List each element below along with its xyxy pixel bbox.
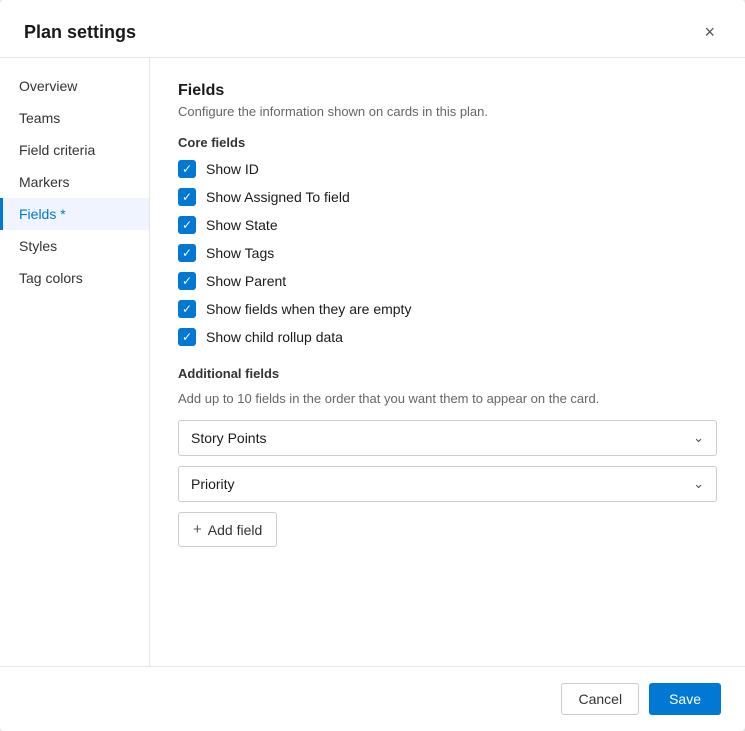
add-field-label: Add field (208, 522, 262, 538)
save-button[interactable]: Save (649, 683, 721, 715)
sidebar-item-styles[interactable]: Styles (0, 230, 149, 262)
checkbox-label-show-id: Show ID (206, 161, 259, 177)
checkbox-show-empty[interactable]: ✓ Show fields when they are empty (178, 300, 717, 318)
check-icon-show-id: ✓ (182, 163, 192, 175)
sidebar-item-overview[interactable]: Overview (0, 70, 149, 102)
dialog-header: Plan settings × (0, 0, 745, 58)
check-icon-show-parent: ✓ (182, 275, 192, 287)
dialog-title: Plan settings (24, 22, 136, 43)
priority-dropdown[interactable]: Priority ⌄ (178, 466, 717, 502)
checkbox-show-assigned-to[interactable]: ✓ Show Assigned To field (178, 188, 717, 206)
checkbox-box-show-parent[interactable]: ✓ (178, 272, 196, 290)
checkbox-label-show-assigned-to: Show Assigned To field (206, 189, 350, 205)
chevron-down-icon-priority: ⌄ (693, 476, 704, 492)
priority-value: Priority (191, 476, 235, 492)
dialog-footer: Cancel Save (0, 666, 745, 731)
close-button[interactable]: × (698, 20, 721, 45)
sidebar-item-markers[interactable]: Markers (0, 166, 149, 198)
checkbox-show-tags[interactable]: ✓ Show Tags (178, 244, 717, 262)
checkbox-show-rollup[interactable]: ✓ Show child rollup data (178, 328, 717, 346)
additional-fields-section: Additional fields Add up to 10 fields in… (178, 366, 717, 547)
add-field-button[interactable]: + Add field (178, 512, 277, 547)
section-desc: Configure the information shown on cards… (178, 104, 717, 119)
checkbox-label-show-rollup: Show child rollup data (206, 329, 343, 345)
cancel-button[interactable]: Cancel (561, 683, 639, 715)
plan-settings-dialog: Plan settings × Overview Teams Field cri… (0, 0, 745, 731)
content-area: Fields Configure the information shown o… (150, 58, 745, 666)
checkbox-box-show-tags[interactable]: ✓ (178, 244, 196, 262)
chevron-down-icon-story-points: ⌄ (693, 430, 704, 446)
checkbox-box-show-rollup[interactable]: ✓ (178, 328, 196, 346)
plus-icon: + (193, 521, 202, 538)
additional-fields-desc: Add up to 10 fields in the order that yo… (178, 391, 717, 406)
sidebar: Overview Teams Field criteria Markers Fi… (0, 58, 150, 666)
checkbox-box-show-state[interactable]: ✓ (178, 216, 196, 234)
core-fields-label: Core fields (178, 135, 717, 150)
check-icon-show-rollup: ✓ (182, 331, 192, 343)
sidebar-item-field-criteria[interactable]: Field criteria (0, 134, 149, 166)
checkbox-show-id[interactable]: ✓ Show ID (178, 160, 717, 178)
section-title: Fields (178, 82, 717, 100)
checkbox-box-show-assigned-to[interactable]: ✓ (178, 188, 196, 206)
checkbox-show-parent[interactable]: ✓ Show Parent (178, 272, 717, 290)
check-icon-show-empty: ✓ (182, 303, 192, 315)
check-icon-show-state: ✓ (182, 219, 192, 231)
dialog-body: Overview Teams Field criteria Markers Fi… (0, 58, 745, 666)
sidebar-item-tag-colors[interactable]: Tag colors (0, 262, 149, 294)
checkbox-box-show-id[interactable]: ✓ (178, 160, 196, 178)
check-icon-show-tags: ✓ (182, 247, 192, 259)
checkbox-label-show-empty: Show fields when they are empty (206, 301, 411, 317)
additional-fields-label: Additional fields (178, 366, 717, 381)
checkbox-box-show-empty[interactable]: ✓ (178, 300, 196, 318)
sidebar-item-fields[interactable]: Fields * (0, 198, 149, 230)
story-points-dropdown[interactable]: Story Points ⌄ (178, 420, 717, 456)
checkbox-label-show-parent: Show Parent (206, 273, 286, 289)
check-icon-show-assigned-to: ✓ (182, 191, 192, 203)
checkbox-label-show-state: Show State (206, 217, 278, 233)
story-points-value: Story Points (191, 430, 266, 446)
checkbox-label-show-tags: Show Tags (206, 245, 274, 261)
sidebar-item-teams[interactable]: Teams (0, 102, 149, 134)
checkbox-show-state[interactable]: ✓ Show State (178, 216, 717, 234)
